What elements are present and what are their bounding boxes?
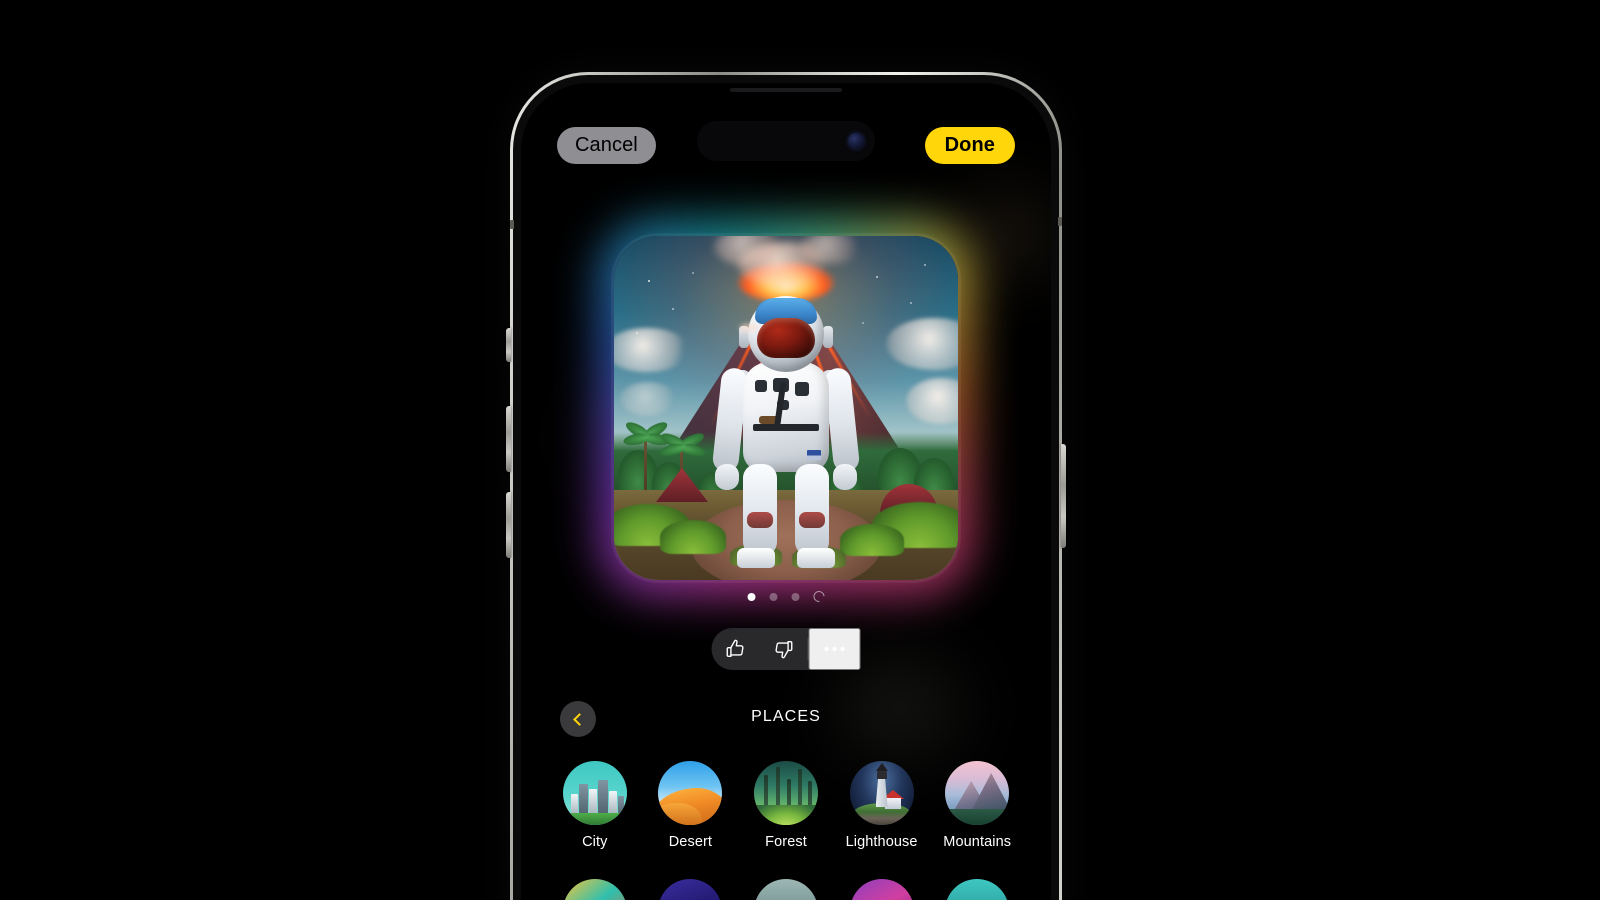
page-dot-1[interactable] [747,592,756,601]
place-thumbnail-row2 [753,879,818,900]
category-header: PLACES [521,701,1051,741]
place-thumbnail-lighthouse [849,761,914,825]
place-label: Desert [668,834,713,850]
place-option-forest[interactable]: Forest [738,761,834,850]
thumbs-up-button[interactable] [712,628,760,670]
place-thumbnail-mountains [945,761,1010,825]
volume-down-button[interactable] [506,492,511,558]
cancel-button[interactable]: Cancel [557,126,656,164]
side-power-button[interactable] [1061,444,1066,548]
place-option-row2[interactable] [643,879,739,900]
place-label: Mountains [943,834,1012,850]
place-thumbnail-row2 [658,879,723,900]
place-option-city[interactable]: City [547,761,643,850]
place-label: City [582,834,608,850]
generated-image-card[interactable] [614,236,958,580]
place-option-mountains[interactable]: Mountains [929,761,1025,850]
place-option-desert[interactable]: Desert [643,761,739,850]
antenna-band-right [1058,217,1062,226]
place-option-row2[interactable] [547,879,643,900]
more-options-button[interactable] [808,628,861,670]
action-button[interactable] [506,328,511,362]
page-dot-2[interactable] [769,592,778,601]
generated-artwork [614,236,958,580]
place-option-row2[interactable] [738,879,834,900]
place-label: Forest [765,834,807,850]
place-thumbnail-row2 [945,879,1010,900]
places-grid: City Desert Forest Lighthouse Mountains [547,761,1025,850]
volume-up-button[interactable] [506,406,511,472]
ellipsis-icon [824,647,845,651]
page-dot-3[interactable] [791,592,800,601]
done-button[interactable]: Done [924,126,1015,164]
ambient-glow [961,203,1051,263]
device-screen: Cancel Done PLACES City Desert Forest Li… [521,83,1051,900]
place-thumbnail-forest [753,761,818,825]
device-bezel: Cancel Done PLACES City Desert Forest Li… [513,75,1059,900]
generated-image-container[interactable] [598,220,974,596]
place-thumbnail-row2 [849,879,914,900]
place-thumbnail-row2 [562,879,627,900]
image-playground-app: Cancel Done PLACES City Desert Forest Li… [521,83,1051,900]
thumbs-up-icon [726,639,744,658]
category-title: PLACES [751,708,821,725]
refresh-arc-icon[interactable] [811,588,827,605]
place-option-lighthouse[interactable]: Lighthouse [834,761,930,850]
top-toolbar: Cancel Done [521,123,1051,167]
place-label: Lighthouse [845,834,918,850]
feedback-toolbar [711,628,861,670]
iphone-device-frame: Cancel Done PLACES City Desert Forest Li… [506,72,1066,900]
antenna-band-left [510,220,514,229]
place-option-row2[interactable] [929,879,1025,900]
thumbs-down-icon [775,640,793,659]
artwork-astronaut [711,296,861,568]
places-grid-row2 [547,879,1025,900]
place-thumbnail-city [562,761,627,825]
page-indicator [747,588,827,605]
thumbs-down-button[interactable] [760,628,808,670]
screenshot-stage: Cancel Done PLACES City Desert Forest Li… [0,0,1600,900]
place-option-row2[interactable] [834,879,930,900]
place-thumbnail-desert [658,761,723,825]
